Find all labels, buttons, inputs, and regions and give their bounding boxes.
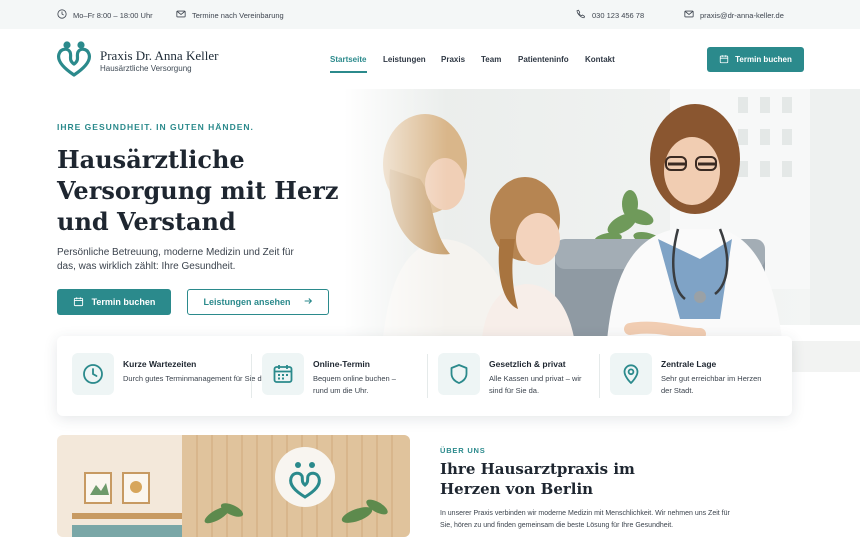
nav-item-praxis[interactable]: Praxis — [441, 55, 465, 64]
nav-item-team[interactable]: Team — [481, 55, 501, 64]
brand-subtitle: Hausärztliche Versorgung — [100, 64, 192, 73]
book-appointment-label: Termin buchen — [91, 297, 156, 307]
feature-text: Alle Kassen und privat – wir sind für Si… — [489, 374, 582, 395]
view-services-label: Leistungen ansehen — [203, 297, 291, 307]
arrow-right-icon — [303, 296, 313, 308]
calendar-icon — [719, 54, 729, 66]
brand-name[interactable]: Praxis Dr. Anna Keller — [100, 48, 218, 64]
practice-logo-icon[interactable] — [56, 40, 92, 78]
about-eyebrow: ÜBER UNS — [440, 446, 486, 455]
appointment-info: Termine nach Vereinbarung — [176, 9, 284, 21]
nav-active-indicator — [330, 71, 367, 73]
calendar-icon — [73, 296, 84, 309]
calendar-icon — [262, 353, 304, 395]
map-pin-icon — [610, 353, 652, 395]
phone-icon — [576, 9, 586, 21]
book-appointment-button[interactable]: Termin buchen — [57, 289, 171, 315]
hero-image-doctor-with-patients — [340, 89, 860, 372]
nav-item-leistungen[interactable]: Leistungen — [383, 55, 426, 64]
feature-text: Bequem online buchen – rund um die Uhr. — [313, 374, 396, 395]
nav-item-startseite[interactable]: Startseite — [330, 55, 366, 64]
hero-title: Hausärztliche Versorgung mit Herz und Ve… — [57, 145, 339, 236]
about-title: Ihre Hausarztpraxis im Herzen von Berlin — [440, 460, 635, 498]
book-appointment-header-label: Termin buchen — [735, 55, 792, 64]
phone-number[interactable]: 030 123 456 78 — [592, 11, 644, 20]
hero-description: Persönliche Betreuung, moderne Medizin u… — [57, 247, 294, 272]
practice-interior-image — [57, 435, 410, 537]
mail-icon — [176, 9, 186, 21]
email-address[interactable]: praxis@dr-anna-keller.de — [700, 11, 784, 20]
feature-divider — [599, 354, 600, 398]
clock-icon — [72, 353, 114, 395]
shield-icon — [438, 353, 480, 395]
book-appointment-header-button[interactable]: Termin buchen — [707, 47, 804, 72]
envelope-icon — [684, 9, 694, 21]
appointment-info-text: Termine nach Vereinbarung — [192, 10, 284, 20]
hero-eyebrow: IHRE GESUNDHEIT. IN GUTEN HÄNDEN. — [57, 122, 254, 132]
clock-icon — [57, 9, 67, 21]
nav-item-patienteninfo[interactable]: Patienteninfo — [518, 55, 569, 64]
phone-link[interactable]: 030 123 456 78 — [576, 9, 644, 21]
feature-divider — [251, 354, 252, 398]
feature-title: Zentrale Lage — [661, 359, 717, 369]
feature-title: Kurze Wartezeiten — [123, 359, 197, 369]
opening-hours-text: Mo–Fr 8:00 – 18:00 Uhr — [73, 10, 153, 20]
top-info-bar: Mo–Fr 8:00 – 18:00 Uhr Termine nach Vere… — [0, 0, 860, 29]
feature-divider — [427, 354, 428, 398]
feature-text: Sehr gut erreichbar im Herzen der Stadt. — [661, 374, 762, 395]
opening-hours: Mo–Fr 8:00 – 18:00 Uhr — [57, 9, 153, 21]
feature-title: Online-Termin — [313, 359, 370, 369]
view-services-button[interactable]: Leistungen ansehen — [187, 289, 329, 315]
about-text: In unserer Praxis verbinden wir moderne … — [440, 510, 730, 529]
nav-item-kontakt[interactable]: Kontakt — [585, 55, 615, 64]
email-link[interactable]: praxis@dr-anna-keller.de — [684, 9, 784, 21]
feature-title: Gesetzlich & privat — [489, 359, 566, 369]
features-card: Kurze Wartezeiten Durch gutes Terminmana… — [57, 336, 792, 416]
site-header: Praxis Dr. Anna Keller Hausärztliche Ver… — [0, 29, 860, 89]
